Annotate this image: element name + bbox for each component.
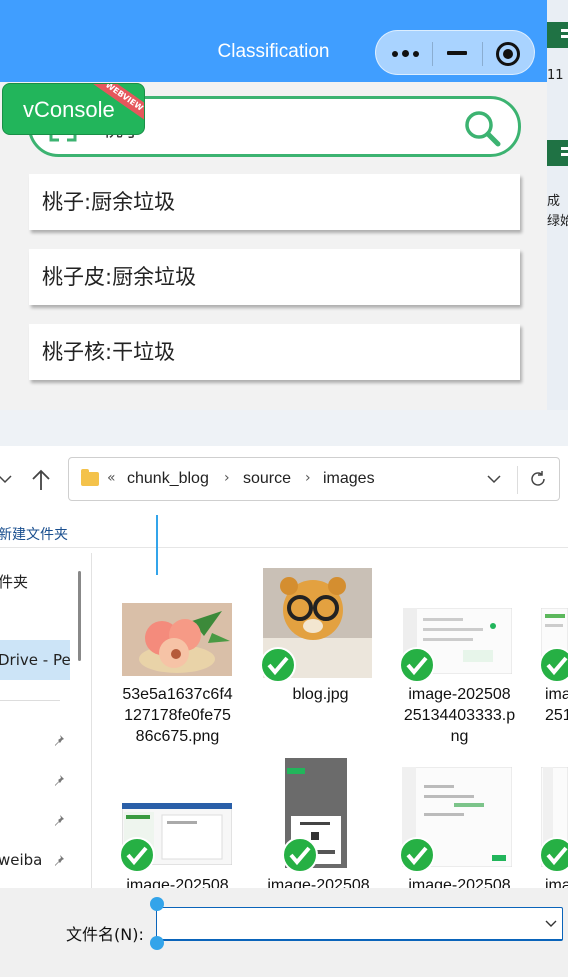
breadcrumb-chunk-blog[interactable]: chunk_blog [127, 470, 209, 488]
close-record-icon[interactable] [496, 42, 520, 66]
file-name-line: ima [545, 686, 568, 703]
breadcrumb-separator-icon: › [224, 470, 230, 486]
selection-handle-bottom[interactable] [150, 936, 164, 950]
check-icon [118, 836, 156, 874]
check-icon [398, 836, 436, 874]
check-icon [259, 646, 297, 684]
vconsole-button[interactable]: vConsole WEBVIEW [2, 83, 145, 135]
file-name-line: blog.jpg [292, 686, 349, 703]
breadcrumb-overflow[interactable]: « [107, 470, 116, 486]
desktop-text: 11 [547, 68, 564, 83]
check-icon [281, 836, 319, 874]
file-open-dialog: « chunk_blog › source › images 新建文件夹 件夹 … [0, 410, 568, 977]
breadcrumb-images[interactable]: images [323, 470, 375, 488]
pin-icon[interactable] [53, 774, 65, 786]
folder-icon [81, 469, 99, 486]
minimize-icon[interactable] [447, 51, 467, 55]
result-item[interactable]: 桃子:厨余垃圾 [29, 174, 520, 230]
sidebar-item[interactable]: weiba [0, 851, 42, 869]
file-name-line: image-202508 [408, 686, 511, 703]
divider [517, 466, 518, 494]
sidebar-item[interactable]: 件夹 [0, 571, 28, 592]
breadcrumb-source[interactable]: source [243, 470, 291, 488]
breadcrumb-separator-icon: › [305, 470, 311, 486]
file-name[interactable]: ima 251 [541, 684, 568, 726]
pin-icon[interactable] [53, 734, 65, 746]
navigation-pane [0, 553, 72, 888]
sidebar-item-onedrive[interactable]: Drive - Pe [0, 651, 71, 669]
new-folder-button[interactable]: 新建文件夹 [0, 524, 68, 544]
desktop-text: 绿始 [547, 214, 568, 229]
desktop-text: 成 [547, 194, 561, 209]
text-cursor-line [156, 515, 158, 575]
menu-capsule [375, 30, 535, 75]
file-name[interactable]: 53e5a1637c6f4 127178fe0fe75 86c675.png [115, 684, 240, 747]
file-name-line: 86c675.png [135, 728, 220, 745]
filename-input[interactable] [156, 907, 563, 941]
search-icon[interactable] [463, 109, 501, 147]
vconsole-label: vConsole [23, 97, 115, 122]
up-arrow-icon[interactable] [31, 468, 51, 492]
file-name[interactable]: blog.jpg [258, 684, 383, 705]
file-name-line: ng [450, 728, 469, 745]
chevron-down-icon[interactable] [545, 919, 557, 929]
check-icon [398, 646, 436, 684]
file-name-line: 53e5a1637c6f4 [122, 686, 233, 703]
result-item[interactable]: 桃子皮:厨余垃圾 [29, 249, 520, 305]
excel-file-icon[interactable] [547, 22, 568, 48]
dialog-footer: 文件名(N): [0, 888, 568, 977]
file-name-line: 25134403333.p [403, 707, 516, 724]
peach-thumbnail[interactable] [122, 603, 232, 676]
more-dots-icon[interactable] [392, 45, 428, 63]
miniprogram-window: Classification 桃子 桃子:厨余垃圾 桃子皮:厨余垃圾 桃子核:干… [0, 0, 547, 410]
chevron-down-icon[interactable] [487, 472, 501, 486]
check-icon [538, 836, 568, 874]
pin-icon[interactable] [53, 814, 65, 826]
address-bar[interactable]: « chunk_blog › source › images [68, 457, 560, 501]
chevron-down-icon[interactable] [0, 472, 12, 486]
navigation-bar: Classification [0, 0, 547, 82]
result-item[interactable]: 桃子核:干垃圾 [29, 324, 520, 380]
excel-file-icon[interactable] [547, 140, 568, 166]
file-name[interactable]: image-202508 25134403333.p ng [397, 684, 522, 747]
pin-icon[interactable] [53, 854, 65, 866]
divider [0, 547, 568, 548]
file-name-line: 127178fe0fe75 [124, 707, 231, 724]
dialog-top-area [0, 410, 568, 446]
check-icon [538, 646, 568, 684]
divider [0, 700, 60, 701]
sidebar-scrollbar[interactable] [78, 571, 81, 661]
file-name-line: 251 [545, 707, 568, 724]
refresh-icon[interactable] [529, 470, 547, 488]
filename-label: 文件名(N): [66, 925, 144, 944]
selection-handle-top[interactable] [150, 897, 164, 911]
divider [91, 553, 92, 888]
